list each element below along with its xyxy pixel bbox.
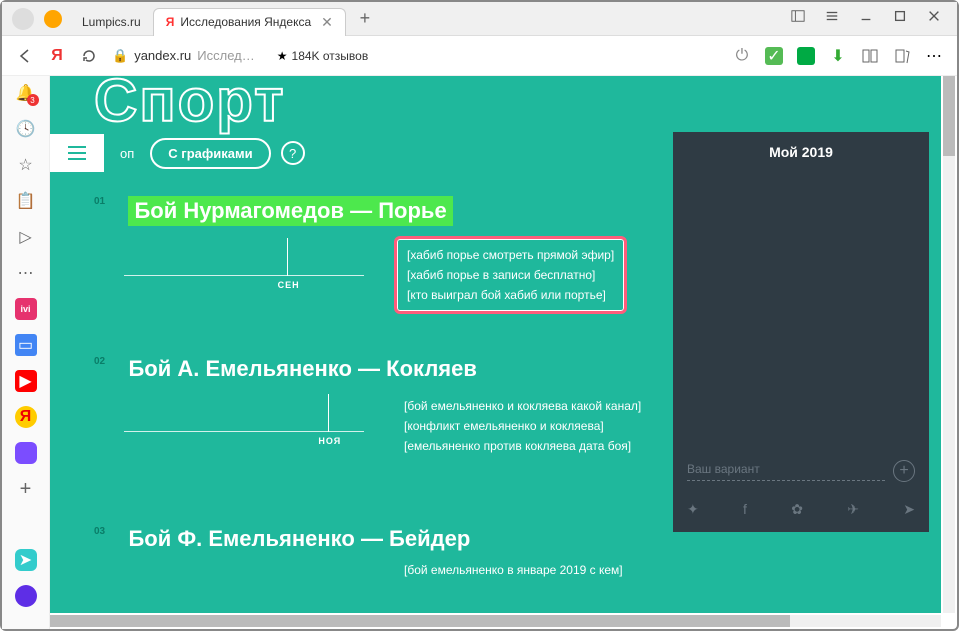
result-item-1: 01 Бой Нурмагомедов — Порье СЕН [хабиб п… <box>94 196 661 288</box>
tab-label: Исследования Яндекса <box>180 15 311 29</box>
sidebar-toggle-icon[interactable] <box>791 9 805 28</box>
maximize-button[interactable] <box>893 9 907 28</box>
minimize-button[interactable] <box>859 9 873 28</box>
query-item[interactable]: [хабиб порье смотреть прямой эфир] <box>407 245 614 265</box>
query-item[interactable]: [конфликт емельяненко и кокляева] <box>404 416 641 436</box>
add-suggestion-button[interactable]: + <box>893 460 915 482</box>
item-title[interactable]: Бой А. Емельяненко — Кокляев <box>128 356 476 382</box>
new-tab-button[interactable]: + <box>354 8 376 30</box>
tab-lumpics[interactable]: Lumpics.ru <box>70 8 153 36</box>
more-sidebar-icon[interactable]: ⋯ <box>15 262 37 284</box>
yandex-home-icon[interactable]: Я <box>48 47 66 65</box>
download-icon[interactable]: ⬇ <box>829 47 847 65</box>
yandex-favicon-icon: Я <box>166 15 175 29</box>
query-item[interactable]: [бой емельяненко в январе 2019 с кем] <box>404 560 623 580</box>
filter-charts-button[interactable]: С графиками <box>150 138 270 169</box>
reader-icon[interactable] <box>861 47 879 65</box>
url-domain: yandex.ru <box>134 48 191 63</box>
add-app-button[interactable]: + <box>15 478 37 500</box>
spark-month-label: СЕН <box>278 280 300 290</box>
ok-icon[interactable]: ✿ <box>791 501 803 518</box>
address-bar: Я 🔒 yandex.ru Исслед… ★ 184K отзывов ⏻ ✓… <box>2 36 957 76</box>
menu-icon[interactable] <box>825 9 839 28</box>
bookmarks-icon[interactable]: ☆ <box>15 154 37 176</box>
play-icon[interactable]: ▷ <box>15 226 37 248</box>
filter-list-button[interactable] <box>50 134 104 172</box>
youtube-app-icon[interactable]: ▶ <box>15 370 37 392</box>
reviews-badge[interactable]: ★ 184K отзывов <box>277 49 368 63</box>
spark-month-label: НОЯ <box>318 436 341 446</box>
notification-badge: 3 <box>27 94 39 106</box>
reload-button[interactable] <box>80 47 98 65</box>
tab-label: Lumpics.ru <box>82 15 141 29</box>
left-sidebar: 🔔3 🕓 ☆ 📋 ▷ ⋯ ivi ▭ ▶ Я + ➤ <box>2 76 50 629</box>
panel-title: Мой 2019 <box>673 132 929 172</box>
close-window-button[interactable] <box>927 9 941 28</box>
star-icon: ★ <box>277 49 288 63</box>
send-app-icon[interactable]: ➤ <box>15 549 37 571</box>
docs-app-icon[interactable]: ▭ <box>15 334 37 356</box>
tab-yandex-research[interactable]: Я Исследования Яндекса ✕ <box>153 8 346 36</box>
item-number: 03 <box>94 526 124 537</box>
sparkline-2: НОЯ <box>124 394 364 444</box>
extension-green-icon[interactable] <box>797 47 815 65</box>
help-button[interactable]: ? <box>281 141 305 165</box>
result-item-3: 03 Бой Ф. Емельяненко — Бейдер [бой емел… <box>94 526 661 552</box>
reviews-count: 184K отзывов <box>292 49 369 63</box>
adguard-icon[interactable]: ✓ <box>765 47 783 65</box>
suggestion-input-row: Ваш вариант + <box>687 460 915 482</box>
telegram-icon[interactable]: ➤ <box>903 501 915 518</box>
history-icon[interactable]: 🕓 <box>15 118 37 140</box>
query-item[interactable]: [бой емельяненко и кокляева какой канал] <box>404 396 641 416</box>
filter-bar: оп С графиками ? <box>50 134 305 172</box>
suggestion-input[interactable]: Ваш вариант <box>687 462 885 481</box>
query-item[interactable]: [хабиб порье в записи бесплатно] <box>407 265 614 285</box>
item-title[interactable]: Бой Ф. Емельяненко — Бейдер <box>128 526 470 552</box>
list-icon <box>68 146 86 160</box>
alice-icon[interactable] <box>15 585 37 607</box>
query-list-highlighted: [хабиб порье смотреть прямой эфир] [хаби… <box>394 236 627 314</box>
page-content: Спорт оп С графиками ? 01 Бой Нурмагомед… <box>50 76 941 613</box>
collections-icon[interactable] <box>893 47 911 65</box>
notes-icon[interactable]: 📋 <box>15 190 37 212</box>
back-button[interactable] <box>16 47 34 65</box>
vertical-scrollbar[interactable] <box>943 76 955 613</box>
notifications-icon[interactable]: 🔔3 <box>15 82 37 104</box>
window-controls <box>775 9 957 28</box>
more-icon[interactable]: ⋯ <box>925 47 943 65</box>
query-list: [бой емельяненко и кокляева какой канал]… <box>404 396 641 456</box>
extension-icons: ⏻ ✓ ⬇ ⋯ <box>733 47 943 65</box>
horizontal-scrollbar[interactable] <box>50 615 941 627</box>
ivi-app-icon[interactable]: ivi <box>15 298 37 320</box>
query-item[interactable]: [емельяненко против кокляева дата боя] <box>404 436 641 456</box>
twitter-icon[interactable]: ✈ <box>847 501 859 518</box>
query-item[interactable]: [кто выиграл бой хабиб или портье] <box>407 285 614 305</box>
lock-icon: 🔒 <box>112 48 128 64</box>
my-2019-panel: Мой 2019 Ваш вариант + ✦ f ✿ ✈ ➤ <box>673 132 929 532</box>
yandex-app-icon[interactable]: Я <box>15 406 37 428</box>
profile-avatar[interactable] <box>12 8 34 30</box>
window-titlebar: Lumpics.ru Я Исследования Яндекса ✕ + <box>2 2 957 36</box>
vk-icon[interactable]: ✦ <box>687 501 699 518</box>
power-icon[interactable]: ⏻ <box>733 47 751 65</box>
social-share-row: ✦ f ✿ ✈ ➤ <box>687 501 915 518</box>
filter-top-label[interactable]: оп <box>114 146 140 161</box>
close-tab-icon[interactable]: ✕ <box>321 14 333 31</box>
url-field[interactable]: 🔒 yandex.ru Исслед… <box>112 48 255 64</box>
item-number: 01 <box>94 196 124 207</box>
result-item-2: 02 Бой А. Емельяненко — Кокляев НОЯ [бой… <box>94 356 661 444</box>
query-list: [бой емельяненко в январе 2019 с кем] <box>404 560 623 580</box>
page-heading: Спорт <box>94 76 285 135</box>
url-path: Исслед… <box>197 48 254 63</box>
purple-app-icon[interactable] <box>15 442 37 464</box>
lumpics-favicon-icon <box>44 10 62 28</box>
sparkline-1: СЕН <box>124 238 364 288</box>
item-title[interactable]: Бой Нурмагомедов — Порье <box>128 196 452 226</box>
item-number: 02 <box>94 356 124 367</box>
facebook-icon[interactable]: f <box>743 501 747 518</box>
